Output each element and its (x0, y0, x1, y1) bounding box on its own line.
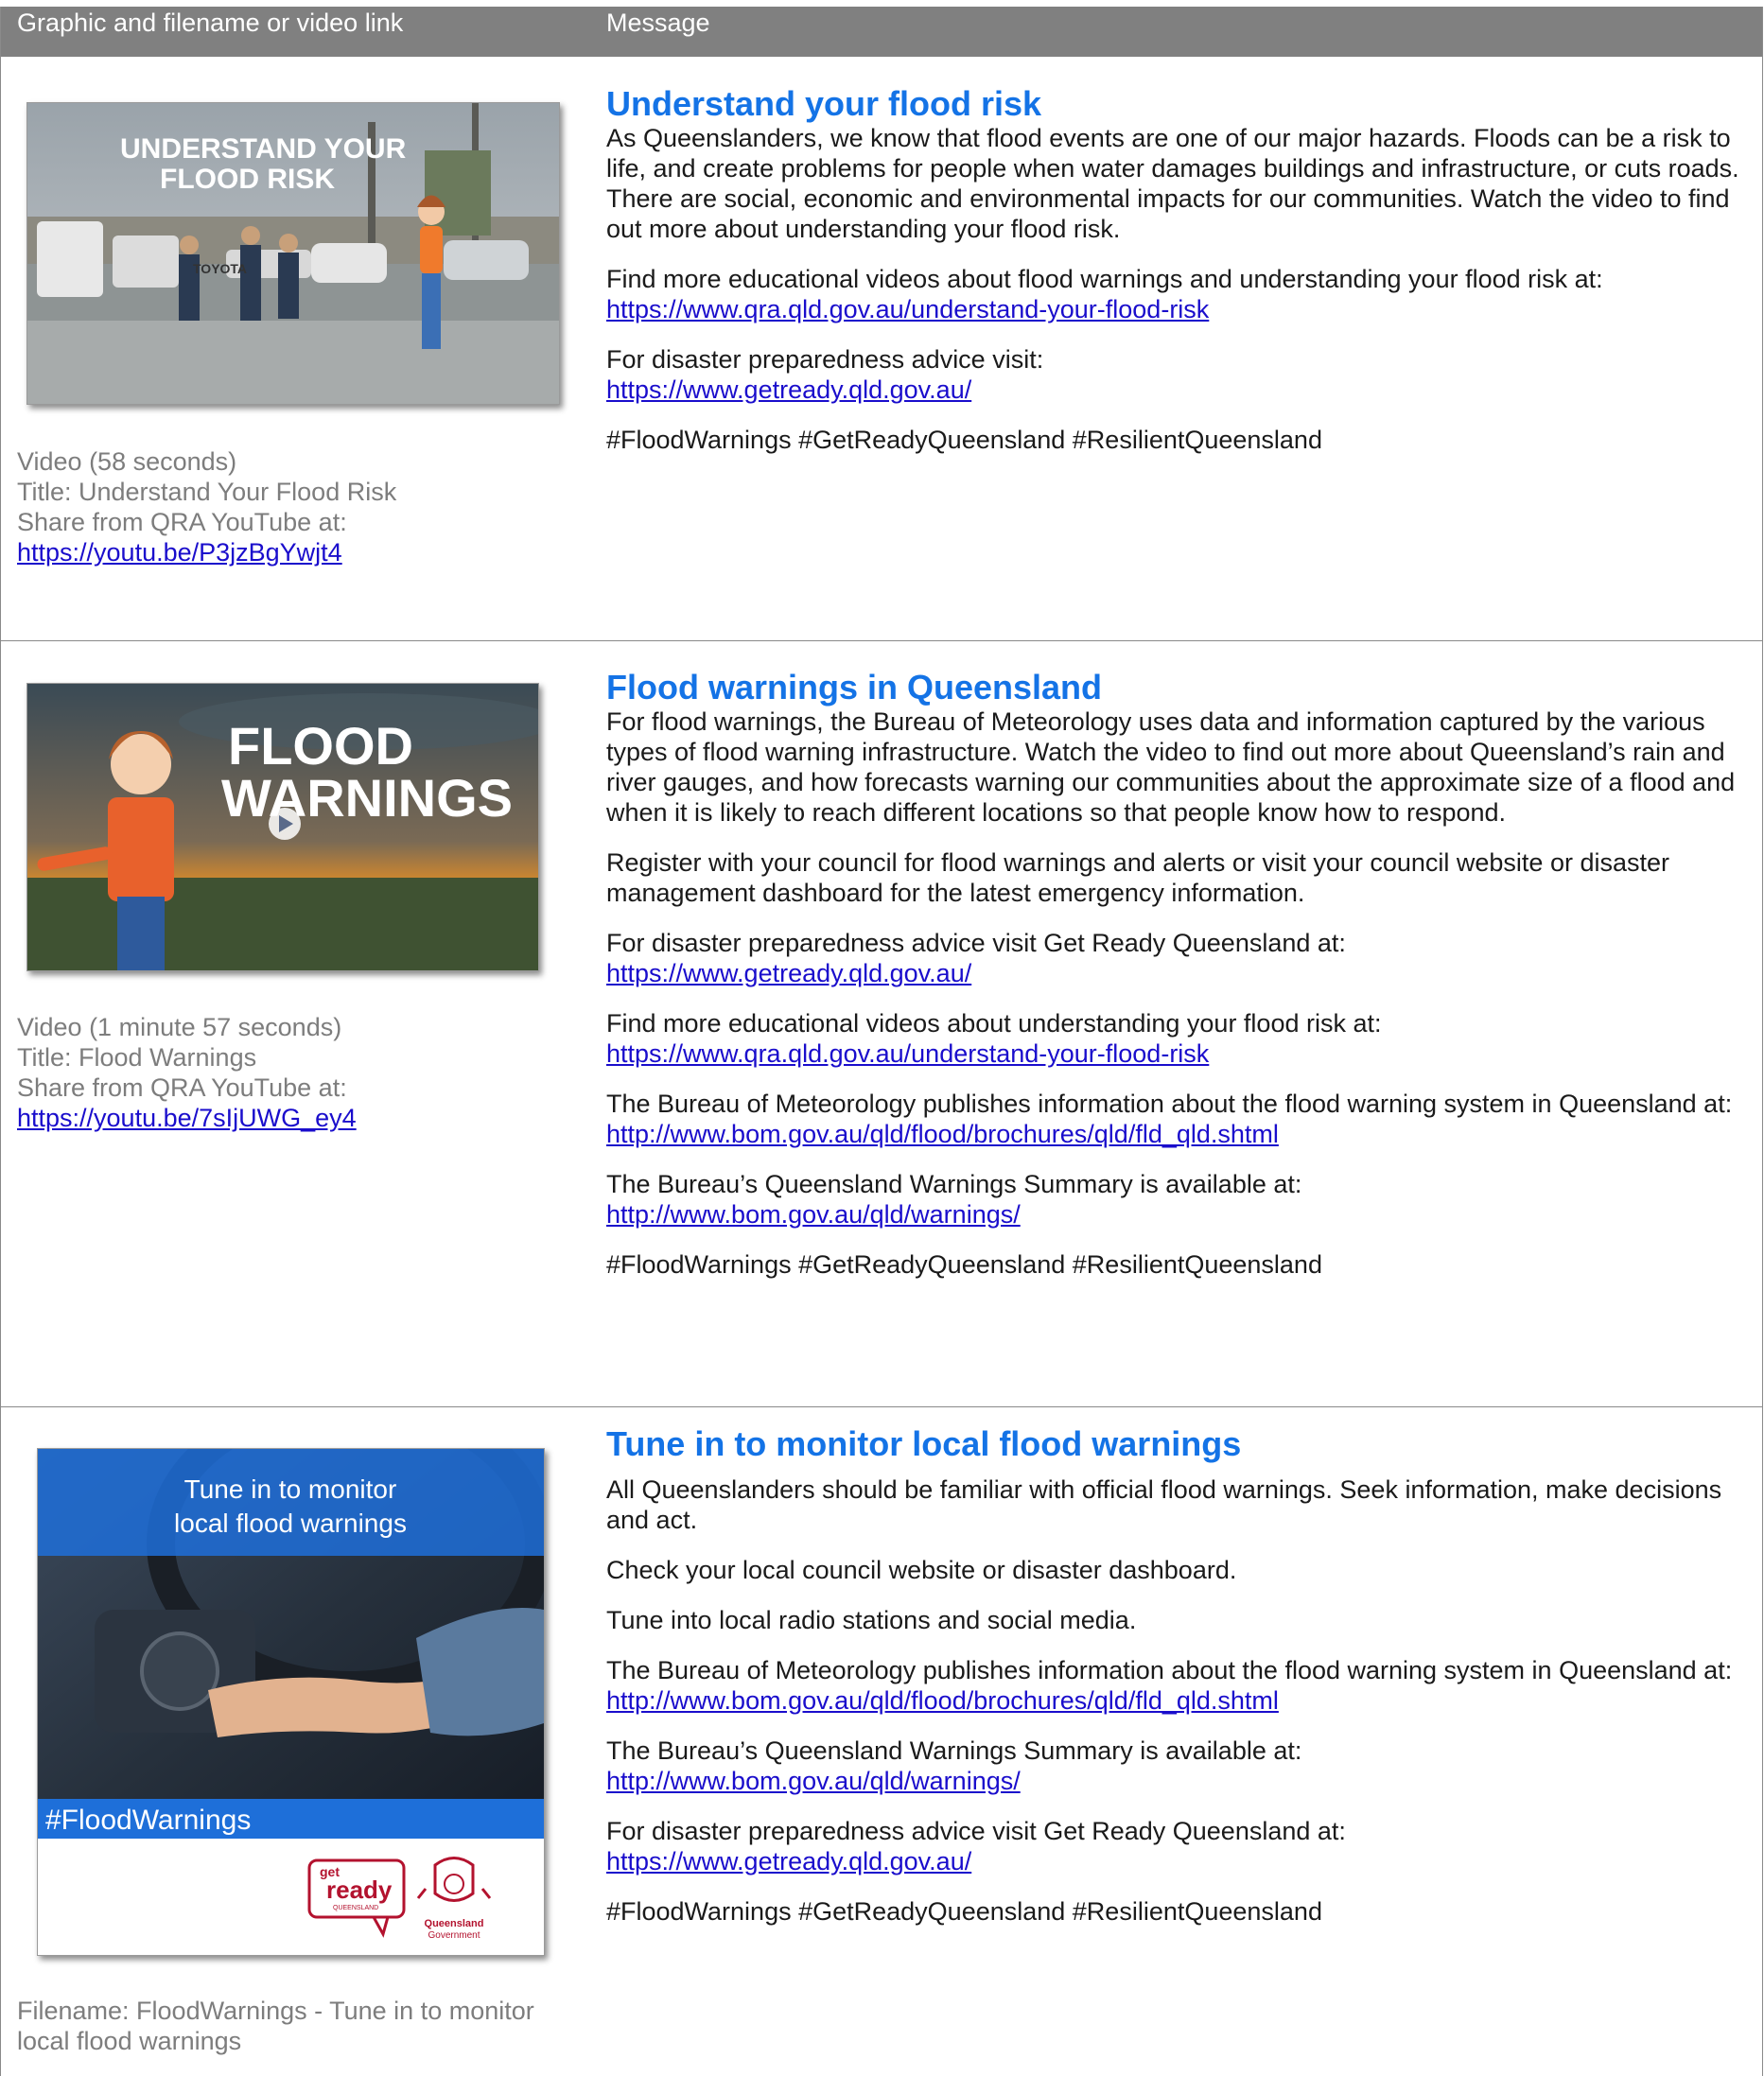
message-paragraph: Find more educational videos about flood… (606, 264, 1746, 324)
bom-warnings-link[interactable]: http://www.bom.gov.au/qld/warnings/ (606, 1199, 1746, 1230)
bom-flood-link[interactable]: http://www.bom.gov.au/qld/flood/brochure… (606, 1685, 1746, 1716)
caption-filename: Filename: FloodWarnings - Tune in to mon… (17, 1997, 534, 2025)
hashtags: #FloodWarnings #GetReadyQueensland #Resi… (606, 1250, 1322, 1279)
thumbnail-title-text: UNDERSTAND YOUR (120, 133, 407, 165)
message-paragraph: The Bureau’s Queensland Warnings Summary… (606, 1736, 1746, 1796)
thumbnail-title-text-2: WARNINGS (221, 768, 513, 828)
video-caption: Video (58 seconds) Title: Understand You… (17, 446, 396, 567)
message-title: Tune in to monitor local flood warnings (606, 1424, 1242, 1463)
table-row: Tune in to monitor local flood warnings … (1, 1406, 1762, 2076)
svg-text:Queensland: Queensland (425, 1918, 484, 1929)
message-cell: Flood warnings in Queensland For flood w… (606, 669, 1746, 1300)
message-title: Understand your flood risk (606, 84, 1042, 123)
svg-text:ready: ready (326, 1875, 393, 1904)
svg-text:Government: Government (428, 1930, 480, 1941)
youtube-link[interactable]: https://youtu.be/7sIjUWG_ey4 (17, 1103, 357, 1133)
message-paragraph: Register with your council for flood war… (606, 848, 1669, 907)
youtube-link[interactable]: https://youtu.be/P3jzBgYwjt4 (17, 537, 396, 567)
message-paragraph: For disaster preparedness advice visit G… (606, 928, 1746, 988)
message-cell: Tune in to monitor local flood warnings … (606, 1425, 1746, 1946)
message-paragraph: For flood warnings, the Bureau of Meteor… (606, 707, 1736, 827)
message-paragraph: Check your local council website or disa… (606, 1556, 1237, 1584)
qra-link[interactable]: https://www.qra.qld.gov.au/understand-yo… (606, 294, 1746, 324)
message-paragraph: The Bureau of Meteorology publishes info… (606, 1089, 1746, 1149)
message-paragraph: For disaster preparedness advice visit G… (606, 1816, 1746, 1876)
banner-text-line-2: local flood warnings (174, 1509, 407, 1538)
video-caption: Video (1 minute 57 seconds) Title: Flood… (17, 1012, 357, 1133)
message-title: Flood warnings in Queensland (606, 668, 1103, 707)
getready-link[interactable]: https://www.getready.qld.gov.au/ (606, 1846, 1746, 1876)
graphic-tune-in-flood-warnings[interactable]: Tune in to monitor local flood warnings … (37, 1448, 545, 1956)
message-cell: Understand your flood risk As Queensland… (606, 85, 1746, 475)
play-icon[interactable] (269, 808, 301, 840)
message-paragraph: The Bureau’s Queensland Warnings Summary… (606, 1169, 1746, 1230)
message-paragraph: Tune into local radio stations and socia… (606, 1606, 1137, 1634)
banner-hashtag: #FloodWarnings (45, 1805, 251, 1836)
banner-text-line-1: Tune in to monitor (184, 1474, 397, 1504)
thumbnail-title-text-2: FLOOD RISK (160, 164, 335, 195)
message-paragraph: All Queenslanders should be familiar wit… (606, 1475, 1722, 1534)
caption-duration: Video (1 minute 57 seconds) (17, 1013, 342, 1041)
thumbnail-illustration: FLOOD WARNINGS (27, 684, 538, 970)
graphic-illustration: Tune in to monitor local flood warnings … (38, 1449, 544, 1955)
header-message-column: Message (606, 9, 710, 37)
caption-duration: Video (58 seconds) (17, 447, 237, 476)
vehicle-badge-text: TOYOTA (193, 261, 247, 276)
caption-share: Share from QRA YouTube at: (17, 1073, 347, 1102)
hashtags: #FloodWarnings #GetReadyQueensland #Resi… (606, 1897, 1322, 1926)
video-thumbnail-flood-warnings[interactable]: FLOOD WARNINGS (26, 683, 539, 971)
getready-link[interactable]: https://www.getready.qld.gov.au/ (606, 375, 1746, 405)
bom-warnings-link[interactable]: http://www.bom.gov.au/qld/warnings/ (606, 1766, 1746, 1796)
svg-text:QUEENSLAND: QUEENSLAND (333, 1905, 378, 1911)
message-paragraph: The Bureau of Meteorology publishes info… (606, 1655, 1746, 1716)
table-row: UNDERSTAND YOUR FLOOD RISK TOYOTA Video … (1, 57, 1762, 641)
caption-title: Title: Flood Warnings (17, 1043, 257, 1072)
table-header: Graphic and filename or video link Messa… (1, 7, 1762, 57)
thumbnail-title-text: FLOOD (228, 716, 413, 776)
bom-flood-link[interactable]: http://www.bom.gov.au/qld/flood/brochure… (606, 1119, 1746, 1149)
caption-title: Title: Understand Your Flood Risk (17, 478, 397, 506)
graphic-caption: Filename: FloodWarnings - Tune in to mon… (17, 1996, 534, 2056)
caption-share: Share from QRA YouTube at: (17, 508, 347, 536)
hashtags: #FloodWarnings #GetReadyQueensland #Resi… (606, 426, 1322, 454)
qra-link[interactable]: https://www.qra.qld.gov.au/understand-yo… (606, 1038, 1746, 1069)
getready-link[interactable]: https://www.getready.qld.gov.au/ (606, 958, 1746, 988)
header-graphic-column: Graphic and filename or video link (17, 9, 404, 37)
message-paragraph: For disaster preparedness advice visit: h… (606, 344, 1746, 405)
table-row: FLOOD WARNINGS Video (1 minute 57 second… (1, 640, 1762, 1407)
video-thumbnail-understand-flood-risk[interactable]: UNDERSTAND YOUR FLOOD RISK TOYOTA (26, 102, 560, 405)
content-table: Graphic and filename or video link Messa… (0, 7, 1763, 2076)
message-paragraph: Find more educational videos about under… (606, 1008, 1746, 1069)
message-paragraph: As Queenslanders, we know that flood eve… (606, 124, 1739, 243)
caption-filename-cont: local flood warnings (17, 2027, 242, 2055)
thumbnail-illustration: UNDERSTAND YOUR FLOOD RISK TOYOTA (27, 103, 559, 404)
